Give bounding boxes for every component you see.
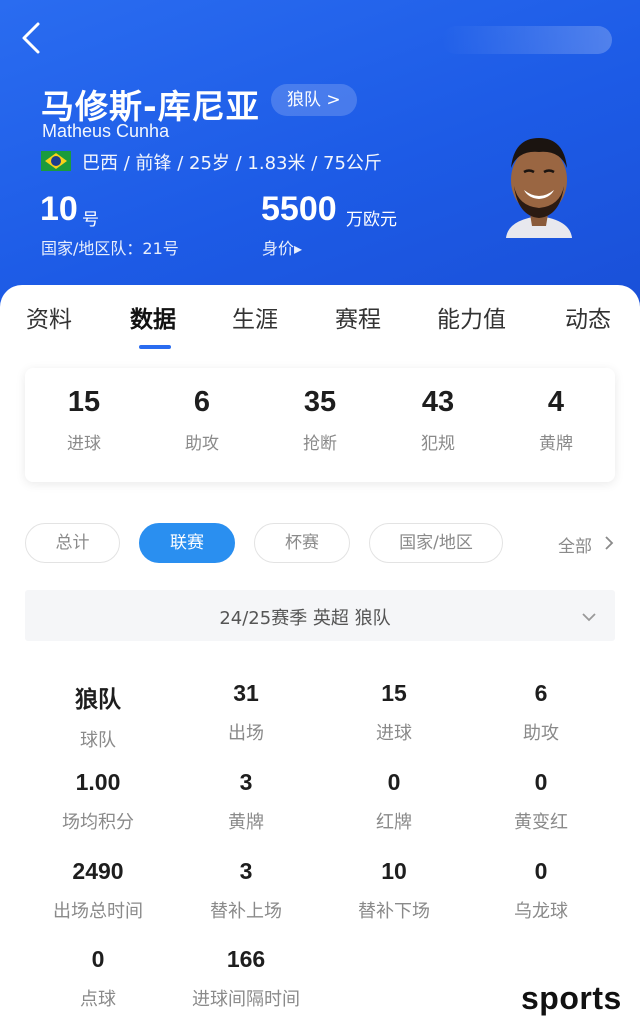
stat-penalties: 0 点球: [24, 946, 172, 1011]
stat-label: 出场: [228, 723, 264, 744]
active-tab-indicator: [139, 345, 171, 349]
stat-assists: 6 助攻: [467, 680, 615, 745]
stat-value: 6: [534, 680, 548, 706]
stat-value: 15: [381, 680, 407, 706]
stat-value: 31: [233, 680, 259, 706]
season-label: 24/25赛季 英超 狼队: [219, 608, 391, 629]
chevron-down-icon[interactable]: [581, 608, 597, 622]
market-value-unit: 万欧元: [346, 210, 397, 230]
stat-label: 进球: [376, 723, 412, 744]
tab-news[interactable]: 动态: [565, 300, 611, 334]
market-value: 5500: [261, 190, 337, 228]
tab-career[interactable]: 生涯: [232, 300, 278, 334]
stat-own-goals: 0 乌龙球: [467, 858, 615, 923]
filter-league[interactable]: 联赛: [139, 523, 235, 563]
summary-yellow-cards: 4 黄牌: [497, 386, 615, 454]
summary-value: 43: [421, 386, 455, 418]
stat-sub-off: 10 替补下场: [320, 858, 468, 923]
season-selector[interactable]: 24/25赛季 英超 狼队: [25, 590, 615, 641]
summary-assists: 6 助攻: [143, 386, 261, 454]
stat-label: 场均积分: [62, 812, 134, 833]
filter-cup[interactable]: 杯赛: [254, 523, 350, 563]
player-avatar: [500, 128, 578, 238]
stat-sub-on: 3 替补上场: [172, 858, 320, 923]
stat-label: 助攻: [523, 723, 559, 744]
player-meta: 巴西 / 前锋 / 25岁 / 1.83米 / 75公斤: [82, 153, 382, 174]
stat-team: 狼队 球队: [24, 680, 172, 752]
stat-label: 点球: [80, 989, 116, 1010]
summary-label: 犯规: [421, 434, 455, 454]
summary-label: 助攻: [185, 434, 219, 454]
back-icon[interactable]: [16, 18, 50, 58]
brazil-flag-icon: [41, 151, 71, 171]
tab-bar: 资料 数据 生涯 赛程 能力值 动态: [0, 300, 640, 350]
stat-goals: 15 进球: [320, 680, 468, 745]
stat-value: 3: [239, 769, 253, 795]
stat-label: 出场总时间: [53, 901, 143, 922]
stat-points-per-game: 1.00 场均积分: [24, 769, 172, 834]
shirt-number: 10: [40, 190, 78, 228]
chevron-right-icon[interactable]: [604, 535, 614, 551]
summary-tackles: 35 抢断: [261, 386, 379, 454]
tab-profile[interactable]: 资料: [26, 300, 72, 334]
stat-value: 0: [387, 769, 401, 795]
stat-appearances: 31 出场: [172, 680, 320, 745]
summary-goals: 15 进球: [25, 386, 143, 454]
stat-label: 红牌: [376, 812, 412, 833]
stat-value: 3: [239, 858, 253, 884]
filter-total[interactable]: 总计: [25, 523, 120, 563]
summary-value: 4: [547, 386, 565, 418]
stat-value: 狼队: [75, 686, 121, 712]
stat-value: 0: [91, 946, 105, 972]
stat-second-yellow: 0 黄变红: [467, 769, 615, 834]
stat-label: 乌龙球: [514, 901, 568, 922]
summary-value: 35: [303, 386, 337, 418]
tab-ability[interactable]: 能力值: [437, 300, 506, 334]
header-decoration: [442, 26, 612, 54]
summary-label: 抢断: [303, 434, 337, 454]
summary-label: 进球: [67, 434, 101, 454]
player-header: 马修斯-库尼亚 狼队 > Matheus Cunha 巴西 / 前锋 / 25岁…: [0, 0, 640, 310]
summary-value: 6: [193, 386, 211, 418]
summary-value: 15: [67, 386, 101, 418]
stat-label: 进球间隔时间: [192, 989, 300, 1010]
stat-value: 1.00: [75, 769, 121, 795]
market-value-link[interactable]: 身价▸: [262, 235, 302, 259]
shirt-number-unit: 号: [82, 210, 99, 230]
stat-yellow-cards: 3 黄牌: [172, 769, 320, 834]
tab-stats[interactable]: 数据: [130, 300, 176, 334]
stat-label: 替补上场: [210, 901, 282, 922]
stat-value: 0: [534, 769, 548, 795]
summary-fouls: 43 犯规: [379, 386, 497, 454]
filter-national[interactable]: 国家/地区: [369, 523, 503, 563]
stat-total-minutes: 2490 出场总时间: [24, 858, 172, 923]
summary-label: 黄牌: [539, 434, 573, 454]
stat-label: 替补下场: [358, 901, 430, 922]
sports-watermark: sports: [521, 980, 622, 1016]
tab-schedule[interactable]: 赛程: [335, 300, 381, 334]
player-name-en: Matheus Cunha: [42, 121, 170, 141]
stat-value: 10: [381, 858, 407, 884]
stat-goal-interval: 166 进球间隔时间: [172, 946, 320, 1011]
team-link-button[interactable]: 狼队 >: [271, 84, 357, 116]
stat-label: 黄牌: [228, 812, 264, 833]
stat-red-cards: 0 红牌: [320, 769, 468, 834]
national-team-number: 国家/地区队：21号: [41, 239, 179, 258]
stat-value: 0: [534, 858, 548, 884]
stat-value: 2490: [72, 858, 124, 884]
all-filters-link[interactable]: 全部: [558, 532, 592, 557]
stat-value: 166: [226, 946, 266, 972]
summary-card: 15 进球 6 助攻 35 抢断 43 犯规 4 黄牌: [25, 368, 615, 482]
stat-label: 黄变红: [514, 812, 568, 833]
stat-label: 球队: [80, 730, 116, 751]
